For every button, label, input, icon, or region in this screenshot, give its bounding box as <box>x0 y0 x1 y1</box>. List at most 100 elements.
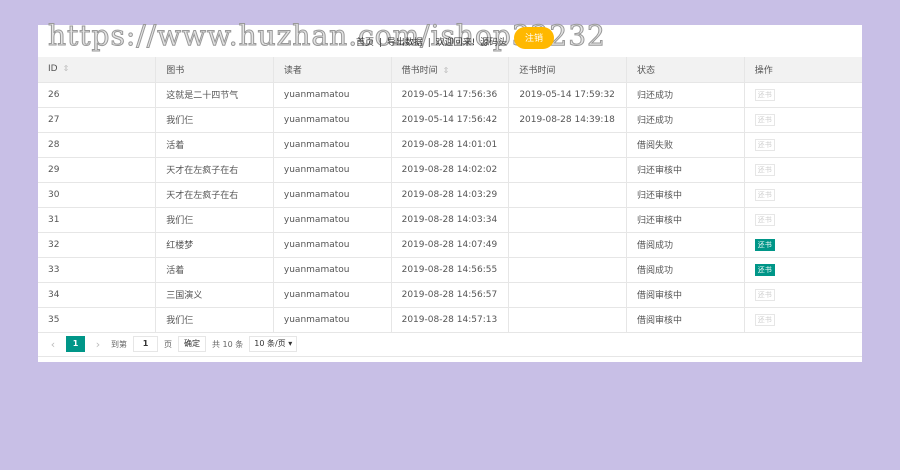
cell-action: 还书 <box>744 207 862 233</box>
cell-id: 28 <box>38 132 157 158</box>
cell-id: 27 <box>38 107 157 133</box>
cell-borrow: 2019-08-28 14:02:02 <box>391 157 510 183</box>
cell-id: 26 <box>38 82 157 108</box>
table-row: 35 我们仨 yuanmamatou 2019-08-28 14:57:13 借阅审核中… <box>38 307 862 333</box>
page-1-button[interactable]: 1 <box>66 336 85 352</box>
column-header-label: 还书时间 <box>519 65 556 76</box>
cell-reader: yuanmamatou <box>273 107 392 133</box>
sort-icon[interactable]: ⇕ <box>63 64 70 73</box>
return-book-button: 还书 <box>754 288 775 301</box>
cell-return: 2019-05-14 17:59:32 <box>508 82 628 108</box>
dropdown-arrow-icon: ▾ <box>288 339 293 348</box>
cell-return <box>508 257 628 283</box>
table-row: 31 我们仨 yuanmamatou 2019-08-28 14:03:34 归还审核中… <box>38 207 862 233</box>
column-header-borrow[interactable]: 借书时间 ⇕ <box>391 57 510 83</box>
cell-borrow: 2019-08-28 14:07:49 <box>391 232 510 258</box>
table-row: 32 红楼梦 yuanmamatou 2019-08-28 14:07:49 借阅成功还… <box>38 232 862 258</box>
column-header-label: 状态 <box>637 65 656 76</box>
column-header-return: 还书时间 <box>508 57 628 83</box>
column-header-book: 图书 <box>155 57 274 83</box>
cell-return <box>508 307 628 333</box>
cell-borrow: 2019-08-28 14:56:57 <box>391 282 510 308</box>
cell-book: 我们仨 <box>155 207 274 233</box>
cell-borrow: 2019-08-28 14:57:13 <box>391 307 510 333</box>
cell-id: 32 <box>38 232 157 258</box>
borrow-records-panel: https://www.huzhan.com/ishop32232 首页 | 导… <box>38 19 862 362</box>
cell-action: 还书 <box>744 157 862 183</box>
return-book-button: 还书 <box>754 163 775 176</box>
return-book-button: 还书 <box>754 213 775 226</box>
table-row: 26 这就是二十四节气 yuanmamatou 2019-05-14 17:56:36… <box>38 82 862 108</box>
cell-book: 活着 <box>155 257 274 283</box>
page-number-input[interactable]: 1 <box>133 336 158 352</box>
username: 源码头 <box>480 38 508 48</box>
logout-button[interactable]: 注销 <box>514 27 554 49</box>
top-nav: 首页 | 导出数据 | 欢迎回来! 源码头 <box>356 35 509 48</box>
next-page-button[interactable]: › <box>91 338 105 351</box>
cell-status: 归还审核中 <box>626 182 745 208</box>
return-book-button: 还书 <box>754 113 775 126</box>
cell-book: 三国演义 <box>155 282 274 308</box>
cell-return <box>508 182 628 208</box>
cell-reader: yuanmamatou <box>273 157 392 183</box>
page-size-select[interactable]: 10 条/页 ▾ <box>249 336 298 352</box>
cell-reader: yuanmamatou <box>273 307 392 333</box>
cell-action: 还书 <box>744 132 862 158</box>
column-header-label: 操作 <box>754 65 773 76</box>
total-count: 共 10 条 <box>212 339 244 349</box>
return-book-button: 还书 <box>754 188 775 201</box>
cell-return <box>508 207 628 233</box>
cell-book: 我们仨 <box>155 107 274 133</box>
cell-reader: yuanmamatou <box>273 257 392 283</box>
return-book-button[interactable]: 还书 <box>754 263 775 276</box>
cell-action: 还书 <box>744 107 862 133</box>
page-size-value: 10 条/页 <box>254 339 286 348</box>
table-row: 34 三国演义 yuanmamatou 2019-08-28 14:56:57 借阅审核… <box>38 282 862 308</box>
column-header-label: 图书 <box>166 65 185 76</box>
column-header-label: 读者 <box>283 65 302 76</box>
return-book-button[interactable]: 还书 <box>754 238 775 251</box>
table-row: 28 活着 yuanmamatou 2019-08-28 14:01:01 借阅失败 还书 <box>38 132 862 158</box>
cell-borrow: 2019-08-28 14:56:55 <box>391 257 510 283</box>
column-header-label: 借书时间 <box>401 65 438 76</box>
nav-export-link[interactable]: 导出数据 <box>387 38 423 48</box>
cell-status: 归还成功 <box>626 82 745 108</box>
table-row: 33 活着 yuanmamatou 2019-08-28 14:56:55 借阅成功 还书 <box>38 257 862 283</box>
cell-status: 借阅审核中 <box>626 282 745 308</box>
page-unit-label: 页 <box>164 339 172 349</box>
cell-book: 活着 <box>155 132 274 158</box>
cell-status: 借阅成功 <box>626 257 745 283</box>
return-book-button: 还书 <box>754 313 775 326</box>
cell-reader: yuanmamatou <box>273 207 392 233</box>
prev-page-button[interactable]: ‹ <box>46 338 60 351</box>
cell-return <box>508 282 628 308</box>
cell-action: 还书 <box>744 257 862 283</box>
cell-id: 30 <box>38 182 157 208</box>
cell-action: 还书 <box>744 182 862 208</box>
cell-reader: yuanmamatou <box>273 132 392 158</box>
sort-icon[interactable]: ⇕ <box>443 66 450 75</box>
column-header-label: ID <box>48 64 58 75</box>
nav-home-link[interactable]: 首页 <box>356 38 374 48</box>
cell-status: 借阅审核中 <box>626 307 745 333</box>
column-header-id[interactable]: ID ⇕ <box>38 57 157 83</box>
nav-separator: | <box>427 38 431 48</box>
cell-book: 天才在左疯子在右 <box>155 157 274 183</box>
cell-status: 归还成功 <box>626 107 745 133</box>
cell-status: 归还审核中 <box>626 157 745 183</box>
cell-book: 天才在左疯子在右 <box>155 182 274 208</box>
confirm-page-button[interactable]: 确定 <box>178 336 206 352</box>
cell-book: 我们仨 <box>155 307 274 333</box>
cell-status: 归还审核中 <box>626 207 745 233</box>
pagination: ‹ 1 › 到第 1 页 确定 共 10 条 10 条/页 ▾ <box>38 333 862 357</box>
table-row: 27 我们仨 yuanmamatou 2019-05-14 17:56:42 2019-… <box>38 107 862 133</box>
cell-return: 2019-08-28 14:39:18 <box>508 107 628 133</box>
welcome-text: 欢迎回来! <box>435 38 476 48</box>
table-row: 30 天才在左疯子在右 yuanmamatou 2019-08-28 14:03:29… <box>38 182 862 208</box>
cell-reader: yuanmamatou <box>273 232 392 258</box>
cell-return <box>508 232 628 258</box>
cell-return <box>508 132 628 158</box>
return-book-button: 还书 <box>754 138 775 151</box>
column-header-action: 操作 <box>744 57 862 83</box>
cell-borrow: 2019-08-28 14:01:01 <box>391 132 510 158</box>
